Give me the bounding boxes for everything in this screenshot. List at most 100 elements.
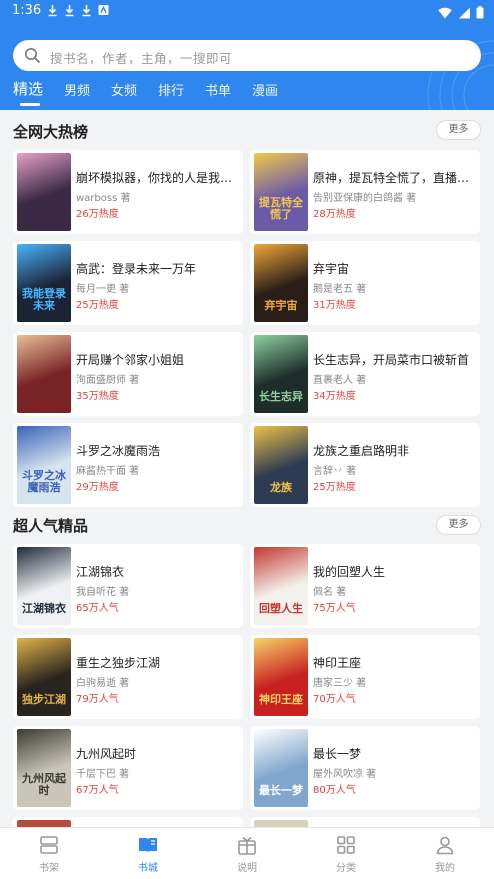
book-cover bbox=[17, 153, 71, 231]
nav-info[interactable]: 说明 bbox=[217, 834, 277, 874]
book-cover: 我能登录未来 bbox=[17, 244, 71, 322]
book-heat: 25万热度 bbox=[76, 300, 119, 311]
category-tabs: 精选 男频 女频 排行 书单 漫画 bbox=[0, 80, 494, 104]
book-author: 麻酱热干面 著 bbox=[76, 466, 140, 477]
book-card[interactable]: 独步江湖 重生之独步江湖 白驹易逝 著 79万人气 bbox=[13, 635, 243, 719]
book-author: 屋外风吹凉 著 bbox=[313, 769, 377, 780]
book-cover: 独步江湖 bbox=[17, 638, 71, 716]
tab-booklist[interactable]: 书单 bbox=[205, 80, 231, 99]
book-title: 重生之独步江湖 bbox=[76, 656, 161, 670]
more-button-hot[interactable]: 更多 bbox=[436, 120, 481, 140]
book-title: 弃宇宙 bbox=[313, 262, 350, 276]
book-card-partial[interactable] bbox=[13, 817, 243, 827]
cover-title: 九州风起时 bbox=[22, 772, 66, 797]
nav-category-label: 分类 bbox=[336, 863, 356, 874]
book-card[interactable]: 龙族 龙族之重启路明非 言辞丷 著 25万热度 bbox=[250, 423, 480, 507]
book-title: 九州风起时 bbox=[76, 747, 137, 761]
book-title: 最长一梦 bbox=[313, 747, 362, 761]
cover-title: 最长一梦 bbox=[259, 784, 303, 797]
book-cover: 最长一梦 bbox=[254, 729, 308, 807]
book-card[interactable]: 最长一梦 最长一梦 屋外风吹凉 著 80万人气 bbox=[250, 726, 480, 810]
gift-icon bbox=[238, 836, 256, 855]
tab-featured[interactable]: 精选 bbox=[13, 78, 43, 99]
cover-title: 我能登录未来 bbox=[22, 287, 66, 312]
book-cover bbox=[17, 335, 71, 413]
book-card[interactable]: 崩坏模拟器，你找的人是我么? warboss 著 26万热度 bbox=[13, 150, 243, 234]
book-card[interactable]: 开局赚个邻家小姐姐 洵面盛厨师 著 35万热度 bbox=[13, 332, 243, 416]
book-title: 龙族之重启路明非 bbox=[313, 444, 410, 458]
book-cover: 长生志异 bbox=[254, 335, 308, 413]
tab-comics[interactable]: 漫画 bbox=[252, 80, 278, 99]
book-cover: 九州风起时 bbox=[17, 729, 71, 807]
tab-male[interactable]: 男频 bbox=[64, 80, 90, 99]
book-card[interactable]: 回塑人生 我的回塑人生 佩名 著 75万人气 bbox=[250, 544, 480, 628]
book-title: 高武：登录未来一万年 bbox=[76, 262, 197, 276]
book-author: 洵面盛厨师 著 bbox=[76, 375, 140, 386]
book-heat: 28万热度 bbox=[313, 209, 356, 220]
app-header: 1:36 搜书名，作者，主角，一搜即可 精选 男频 女频 排行 书单 漫画 bbox=[0, 0, 494, 110]
section-title-hot: 全网大热榜 bbox=[13, 123, 89, 141]
book-card-partial[interactable] bbox=[250, 817, 480, 827]
signal-icon bbox=[458, 4, 470, 23]
cover-title: 斗罗之冰魔雨浩 bbox=[22, 469, 66, 494]
book-card[interactable]: 长生志异 长生志异，开局菜市口被斩首 直裹老人 著 34万热度 bbox=[250, 332, 480, 416]
book-cover: 回塑人生 bbox=[254, 547, 308, 625]
book-heat: 79万人气 bbox=[76, 694, 119, 705]
book-cover: 提瓦特全慌了 bbox=[254, 153, 308, 231]
nav-category[interactable]: 分类 bbox=[316, 834, 376, 874]
cover-title: 回塑人生 bbox=[259, 602, 303, 615]
download-icon bbox=[64, 4, 75, 17]
book-author: 言辞丷 著 bbox=[313, 466, 357, 477]
cover-title: 独步江湖 bbox=[22, 693, 66, 706]
nav-bookshelf[interactable]: 书架 bbox=[19, 834, 79, 874]
book-card[interactable]: 神印王座 神印王座 唐家三少 著 70万人气 bbox=[250, 635, 480, 719]
book-author: 直裹老人 著 bbox=[313, 375, 367, 386]
book-author: 鹅是老五 著 bbox=[313, 284, 367, 295]
book-card[interactable]: 我能登录未来 高武：登录未来一万年 每月一更 著 25万热度 bbox=[13, 241, 243, 325]
search-bar[interactable]: 搜书名，作者，主角，一搜即可 bbox=[13, 40, 481, 71]
more-button-popular[interactable]: 更多 bbox=[436, 515, 481, 535]
book-author: 佩名 著 bbox=[313, 587, 347, 598]
book-author: 白驹易逝 著 bbox=[76, 678, 130, 689]
main-content[interactable]: 全网大热榜 更多 崩坏模拟器，你找的人是我么? warboss 著 26万热度 提瓦特… bbox=[0, 110, 494, 827]
book-heat: 25万热度 bbox=[313, 482, 356, 493]
status-time: 1:36 bbox=[12, 3, 42, 18]
book-author: warboss 著 bbox=[76, 193, 131, 204]
book-cover: 龙族 bbox=[254, 426, 308, 504]
tab-ranking[interactable]: 排行 bbox=[158, 80, 184, 99]
book-heat: 75万人气 bbox=[313, 603, 356, 614]
wifi-icon bbox=[438, 4, 452, 23]
book-card[interactable]: 提瓦特全慌了 原神，提瓦特全慌了，直播问… 告别亚保康的白鸽酱 著 28万热度 bbox=[250, 150, 480, 234]
book-heat: 65万人气 bbox=[76, 603, 119, 614]
cover-title: 提瓦特全慌了 bbox=[259, 196, 303, 221]
book-card[interactable]: 斗罗之冰魔雨浩 斗罗之冰魔雨浩 麻酱热干面 著 29万热度 bbox=[13, 423, 243, 507]
active-tab-indicator bbox=[20, 103, 40, 106]
book-title: 我的回塑人生 bbox=[313, 565, 386, 579]
nav-bookstore[interactable]: 书城 bbox=[118, 834, 178, 874]
book-title: 江湖锦衣 bbox=[76, 565, 125, 579]
book-title: 神印王座 bbox=[313, 656, 362, 670]
book-cover: 江湖锦衣 bbox=[17, 547, 71, 625]
book-card[interactable]: 九州风起时 九州风起时 千层下巴 著 67万人气 bbox=[13, 726, 243, 810]
download-icon bbox=[47, 4, 58, 17]
book-heat: 35万热度 bbox=[76, 391, 119, 402]
bookshelf-icon bbox=[40, 836, 58, 854]
book-heat: 26万热度 bbox=[76, 209, 119, 220]
book-card[interactable]: 弃宇宙 弃宇宙 鹅是老五 著 31万热度 bbox=[250, 241, 480, 325]
book-cover bbox=[254, 820, 308, 827]
nav-profile[interactable]: 我的 bbox=[415, 834, 475, 874]
book-card[interactable]: 江湖锦衣 江湖锦衣 我自听花 著 65万人气 bbox=[13, 544, 243, 628]
book-title: 长生志异，开局菜市口被斩首 bbox=[313, 353, 470, 367]
battery-icon bbox=[476, 4, 484, 23]
grid-icon bbox=[337, 836, 355, 854]
book-title: 开局赚个邻家小姐姐 bbox=[76, 353, 185, 367]
nav-profile-label: 我的 bbox=[435, 863, 455, 874]
book-heat: 67万人气 bbox=[76, 785, 119, 796]
book-author: 每月一更 著 bbox=[76, 284, 130, 295]
book-heat: 70万人气 bbox=[313, 694, 356, 705]
nav-info-label: 说明 bbox=[237, 863, 257, 874]
status-bar: 1:36 bbox=[0, 0, 494, 24]
tab-female[interactable]: 女频 bbox=[111, 80, 137, 99]
book-cover: 神印王座 bbox=[254, 638, 308, 716]
book-title: 原神，提瓦特全慌了，直播问… bbox=[313, 171, 473, 185]
